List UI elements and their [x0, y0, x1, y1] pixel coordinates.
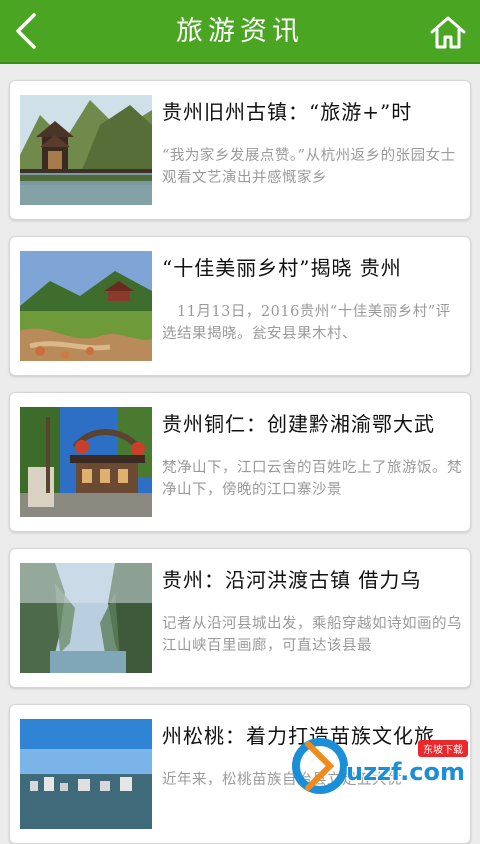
- article-summary: 11月13日，2016贵州“十佳美丽乡村”评选结果揭晓。瓮安县果木村、: [162, 304, 451, 342]
- article-thumbnail: [20, 719, 152, 829]
- article-summary: “我为家乡发展点赞。”从杭州返乡的张园女士观看文艺演出并感慨家乡: [162, 148, 456, 186]
- article-card[interactable]: 贵州铜仁：创建黔湘渝鄂大武 梵净山下，江口云舍的百姓吃上了旅游饭。梵净山下，傍晚…: [9, 392, 471, 532]
- site-watermark: uzzf.com 东坡下载: [290, 736, 474, 794]
- page-title: 旅游资讯: [176, 16, 304, 47]
- article-thumbnail: [20, 95, 152, 205]
- article-title: 贵州旧州古镇：“旅游+”时: [162, 100, 413, 124]
- article-title: 贵州铜仁：创建黔湘渝鄂大武: [162, 412, 435, 436]
- home-button[interactable]: [426, 10, 470, 54]
- article-thumbnail: [20, 407, 152, 517]
- article-card[interactable]: “十佳美丽乡村”揭晓 贵州 11月13日，2016贵州“十佳美丽乡村”评选结果揭…: [9, 236, 471, 376]
- article-summary: 记者从沿河县城出发，乘船穿越如诗如画的乌江山峡百里画廊，可直达该县最: [162, 616, 462, 654]
- article-summary: 梵净山下，江口云舍的百姓吃上了旅游饭。梵净山下，傍晚的江口寨沙景: [162, 460, 462, 498]
- watermark-text: uzzf.com: [346, 758, 465, 786]
- article-card[interactable]: 贵州旧州古镇：“旅游+”时 “我为家乡发展点赞。”从杭州返乡的张园女士观看文艺演…: [9, 80, 471, 220]
- watermark-logo-icon: [292, 738, 348, 794]
- app-header: 旅游资讯: [0, 0, 480, 64]
- home-icon: [430, 16, 466, 49]
- article-title: 贵州：沿河洪渡古镇 借力乌: [162, 568, 422, 592]
- article-thumbnail: [20, 563, 152, 673]
- watermark-badge: 东坡下载: [418, 740, 468, 757]
- article-thumbnail: [20, 251, 152, 361]
- article-card[interactable]: 贵州：沿河洪渡古镇 借力乌 记者从沿河县城出发，乘船穿越如诗如画的乌江山峡百里画…: [9, 548, 471, 688]
- article-title: “十佳美丽乡村”揭晓 贵州: [162, 256, 402, 280]
